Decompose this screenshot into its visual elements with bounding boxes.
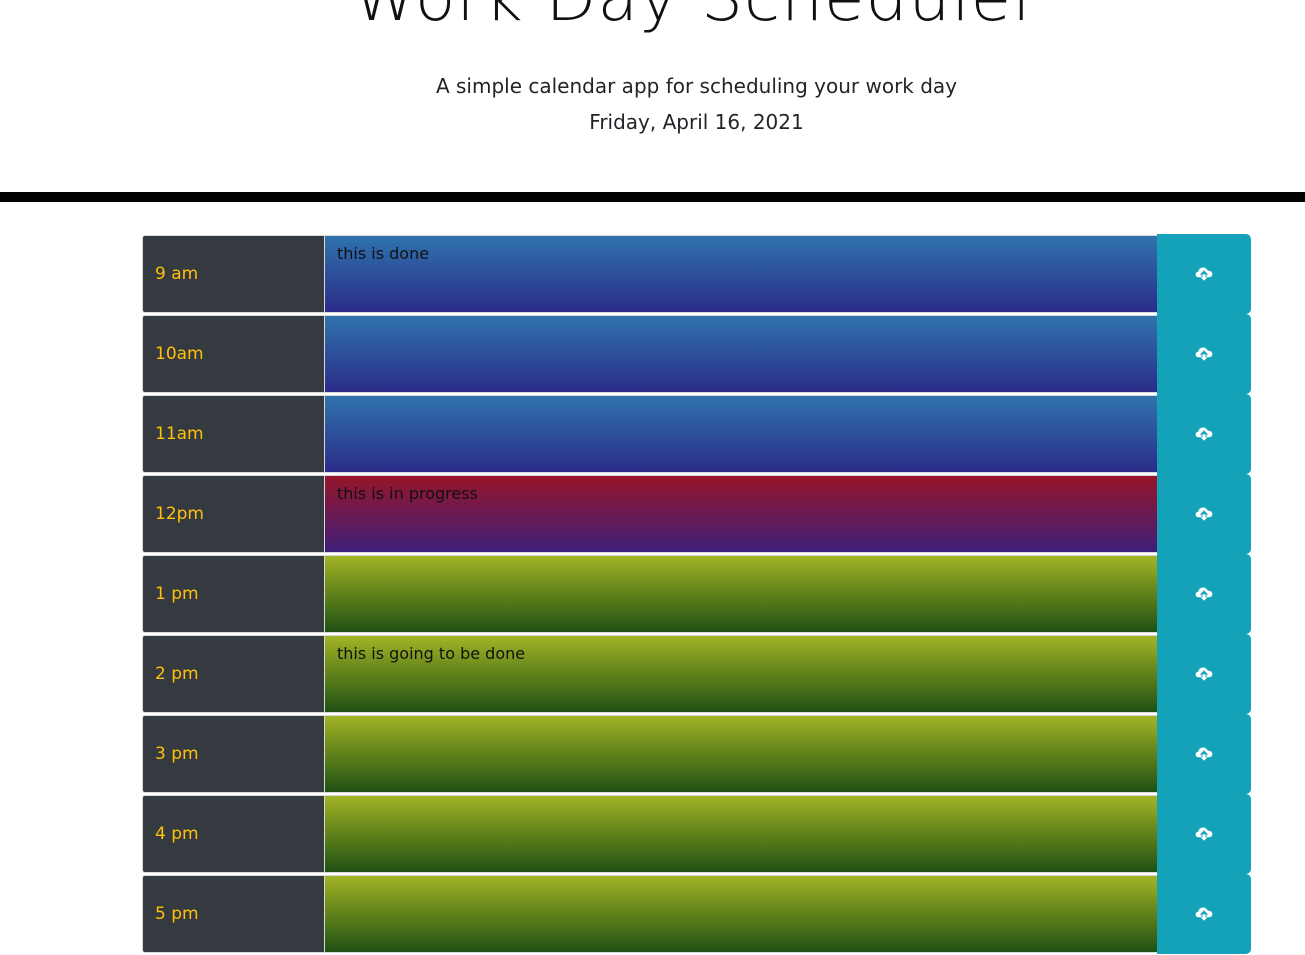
hour-label: 11am — [142, 395, 325, 473]
cloud-upload-icon — [1195, 906, 1213, 922]
header-divider — [0, 192, 1305, 202]
description-textarea[interactable] — [325, 555, 1157, 633]
lead-text: A simple calendar app for scheduling you… — [435, 74, 958, 98]
save-button[interactable] — [1157, 394, 1251, 474]
time-block-4: 1 pm — [142, 554, 1252, 634]
time-block-6: 3 pm — [142, 714, 1252, 794]
current-day: Friday, April 16, 2021 — [589, 110, 804, 134]
time-block-1: 10am — [142, 314, 1252, 394]
cloud-upload-icon — [1195, 266, 1213, 282]
cloud-upload-icon — [1195, 586, 1213, 602]
save-button[interactable] — [1157, 234, 1251, 314]
time-block-2: 11am — [142, 394, 1252, 474]
time-block-7: 4 pm — [142, 794, 1252, 874]
save-button[interactable] — [1157, 634, 1251, 714]
description-textarea[interactable] — [325, 795, 1157, 873]
save-button[interactable] — [1157, 314, 1251, 394]
description-textarea[interactable]: this is going to be done — [325, 635, 1157, 713]
hour-label: 2 pm — [142, 635, 325, 713]
hour-label: 4 pm — [142, 795, 325, 873]
page-title: Work Day Scheduler — [0, 0, 1305, 38]
hour-label: 5 pm — [142, 875, 325, 953]
save-button[interactable] — [1157, 554, 1251, 634]
time-block-8: 5 pm — [142, 874, 1252, 954]
save-button[interactable] — [1157, 874, 1251, 954]
hour-label: 12pm — [142, 475, 325, 553]
save-button[interactable] — [1157, 474, 1251, 554]
hour-label: 1 pm — [142, 555, 325, 633]
description-textarea[interactable] — [325, 715, 1157, 793]
description-textarea[interactable] — [325, 315, 1157, 393]
time-block-5: 2 pm this is going to be done — [142, 634, 1252, 714]
save-button[interactable] — [1157, 794, 1251, 874]
description-textarea[interactable] — [325, 875, 1157, 953]
time-block-0: 9 am this is done — [142, 234, 1252, 314]
cloud-upload-icon — [1195, 746, 1213, 762]
description-textarea[interactable]: this is in progress — [325, 475, 1157, 553]
cloud-upload-icon — [1195, 346, 1213, 362]
header: Work Day Scheduler A simple calendar app… — [0, 0, 1305, 192]
hour-label: 10am — [142, 315, 325, 393]
scheduler: 9 am this is done 10am 11am 12pm this is… — [142, 234, 1252, 955]
cloud-upload-icon — [1195, 506, 1213, 522]
time-block-3: 12pm this is in progress — [142, 474, 1252, 554]
cloud-upload-icon — [1195, 426, 1213, 442]
description-textarea[interactable] — [325, 395, 1157, 473]
save-button[interactable] — [1157, 714, 1251, 794]
cloud-upload-icon — [1195, 826, 1213, 842]
hour-label: 3 pm — [142, 715, 325, 793]
cloud-upload-icon — [1195, 666, 1213, 682]
description-textarea[interactable]: this is done — [325, 235, 1157, 313]
hour-label: 9 am — [142, 235, 325, 313]
